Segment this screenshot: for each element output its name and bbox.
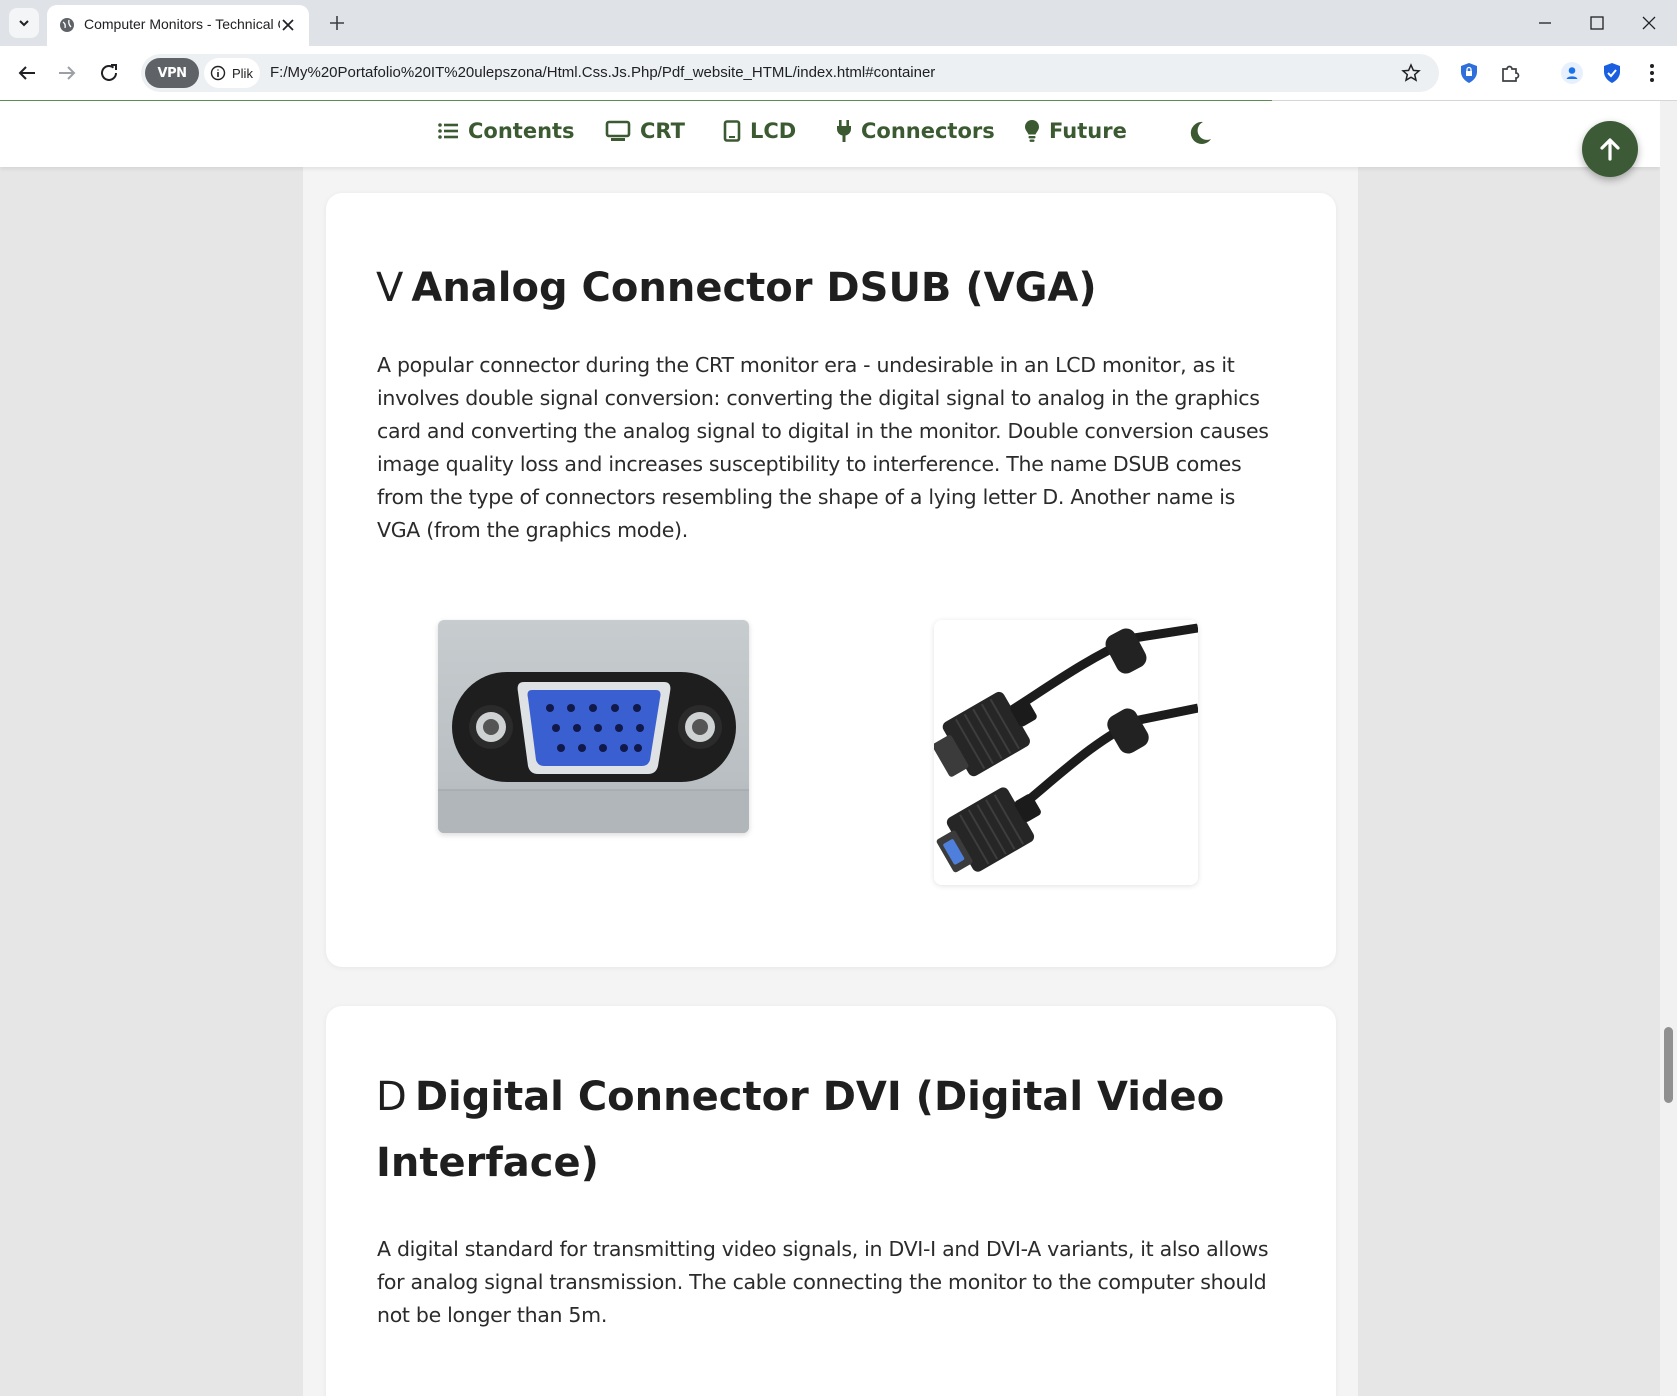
back-arrow-icon[interactable] — [13, 59, 41, 87]
moon-icon[interactable] — [1186, 119, 1214, 147]
nav-label: Contents — [468, 119, 575, 143]
vga-letter-icon: V — [376, 265, 404, 311]
vga-port-image[interactable] — [438, 620, 749, 833]
vpn-button[interactable]: VPN — [145, 58, 199, 88]
vga-port-photo — [438, 620, 749, 833]
section-title-text: Analog Connector DSUB (VGA) — [411, 265, 1097, 311]
browser-toolbar: VPN Plik F:/My%20Portafolio%20IT%20uleps… — [0, 46, 1677, 101]
lightbulb-icon — [1025, 120, 1039, 142]
new-tab-icon[interactable] — [326, 12, 348, 34]
nav-label: Future — [1049, 119, 1127, 143]
window-close-icon[interactable] — [1638, 12, 1660, 34]
tab-search-button[interactable] — [9, 8, 39, 38]
section-card-dvi: D Digital Connector DVI (Digital Video In… — [326, 1006, 1336, 1396]
nav-link-lcd[interactable]: LCD — [723, 119, 796, 143]
bookmark-star-icon[interactable] — [1401, 63, 1421, 83]
dvi-letter-icon: D — [376, 1074, 407, 1120]
section-body: A digital standard for transmitting vide… — [377, 1237, 1269, 1327]
profile-icon[interactable] — [1560, 61, 1584, 85]
reload-icon[interactable] — [95, 59, 123, 87]
browser-tab-bar: Computer Monitors - Technical Ov — [0, 0, 1677, 46]
extensions-puzzle-icon[interactable] — [1498, 61, 1522, 85]
nav-link-future[interactable]: Future — [1024, 119, 1127, 143]
arrow-up-icon — [1600, 138, 1620, 161]
monitor-icon — [605, 120, 631, 141]
page-viewport: Contents CRT LCD Connectors Future V Anal… — [0, 101, 1660, 1396]
list-icon — [438, 123, 458, 139]
privacy-shield-icon[interactable] — [1457, 61, 1481, 85]
address-bar[interactable]: VPN Plik F:/My%20Portafolio%20IT%20uleps… — [141, 54, 1439, 92]
nav-label: Connectors — [861, 119, 995, 143]
site-chip-label: Plik — [232, 65, 253, 81]
password-manager-shield-icon[interactable] — [1600, 61, 1624, 85]
maximize-icon[interactable] — [1586, 12, 1608, 34]
site-info-chip[interactable]: Plik — [204, 58, 260, 88]
section-title-text: Digital Connector DVI (Digital Video Int… — [376, 1074, 1225, 1186]
nav-link-crt[interactable]: CRT — [605, 119, 685, 143]
vga-cable-photo — [934, 620, 1198, 885]
info-icon — [210, 65, 226, 81]
browser-tab[interactable]: Computer Monitors - Technical Ov — [47, 5, 309, 46]
forward-arrow-icon[interactable] — [53, 59, 81, 87]
minimize-icon[interactable] — [1534, 12, 1556, 34]
vga-cable-image[interactable] — [934, 620, 1198, 885]
nav-link-connectors[interactable]: Connectors — [836, 119, 995, 143]
menu-kebab-icon[interactable] — [1640, 61, 1664, 85]
section-title: V Analog Connector DSUB (VGA) — [376, 255, 1097, 321]
scrollbar-thumb[interactable] — [1664, 1027, 1673, 1103]
tab-title: Computer Monitors - Technical Ov — [84, 16, 280, 32]
plug-icon — [837, 120, 851, 142]
nav-label: LCD — [750, 119, 797, 143]
close-icon[interactable] — [279, 16, 297, 34]
page-scrollbar[interactable] — [1660, 101, 1677, 1396]
nav-label: CRT — [640, 119, 685, 143]
section-card-vga: V Analog Connector DSUB (VGA) A popular c… — [326, 193, 1336, 967]
tablet-icon — [723, 120, 741, 142]
section-title: D Digital Connector DVI (Digital Video In… — [376, 1064, 1276, 1196]
section-body: A popular connector during the CRT monit… — [377, 353, 1269, 542]
back-to-top-button[interactable] — [1582, 121, 1638, 177]
site-navigation: Contents CRT LCD Connectors Future — [0, 101, 1660, 167]
nav-link-contents[interactable]: Contents — [437, 119, 575, 143]
chevron-down-icon — [19, 20, 29, 27]
globe-icon — [60, 18, 74, 32]
url-text[interactable]: F:/My%20Portafolio%20IT%20ulepszona/Html… — [270, 64, 935, 81]
